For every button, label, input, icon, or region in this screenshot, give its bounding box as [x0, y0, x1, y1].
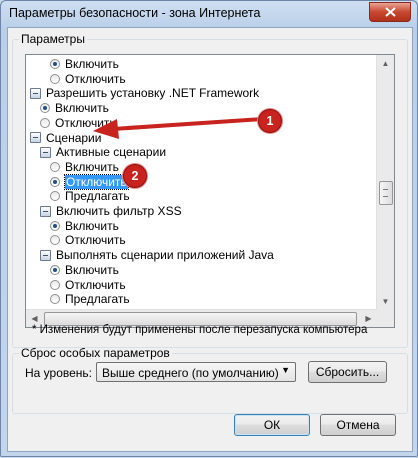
ok-button[interactable]: ОК — [234, 414, 310, 436]
tree-item-label: Предлагать — [65, 189, 130, 204]
radio-checked-icon[interactable] — [50, 264, 60, 275]
tree-radio-option[interactable]: Предлагать — [50, 189, 130, 203]
annotation-badge-1: 1 — [258, 109, 282, 133]
tree-group-node[interactable]: Выполнять сценарии приложений Java — [40, 248, 274, 262]
tree-group-node[interactable]: Разрешить установку .NET Framework — [30, 86, 259, 100]
settings-node-icon — [40, 249, 51, 261]
radio-checked-icon[interactable] — [50, 59, 60, 69]
tree-radio-option[interactable]: Отключить — [40, 116, 116, 130]
radio-checked-icon[interactable] — [40, 103, 50, 114]
radio-unchecked-icon[interactable] — [50, 279, 60, 290]
radio-unchecked-icon[interactable] — [40, 117, 50, 128]
radio-unchecked-icon[interactable] — [50, 294, 60, 305]
tree-item-label: Включить — [65, 218, 119, 233]
settings-node-icon — [30, 132, 41, 143]
settings-node-icon — [30, 87, 41, 99]
radio-checked-icon[interactable] — [50, 176, 60, 187]
annotation-badge-2: 2 — [123, 164, 147, 188]
level-label: На уровень: — [25, 366, 93, 380]
settings-tree-list: Включить Отключить Разрешить установку .NE… — [26, 55, 377, 310]
tree-item-label: Отключить — [65, 277, 126, 292]
dialog-client-area: Параметры Включить Отключить Разрешить уст… — [7, 27, 413, 452]
window-title: Параметры безопасности - зона Интернета — [9, 6, 261, 20]
tree-group-node[interactable]: Включить фильтр XSS — [40, 204, 182, 218]
tree-radio-option[interactable]: Отключить — [50, 233, 126, 247]
vertical-scrollbar[interactable]: ▲ ▼ — [376, 55, 394, 310]
tree-item-label: Включить — [65, 159, 119, 174]
tree-item-label: Включить фильтр XSS — [56, 204, 182, 218]
settings-group-label: Параметры — [21, 32, 85, 46]
scroll-up-arrow-icon[interactable]: ▲ — [377, 55, 394, 72]
tree-item-label: Отключить — [65, 233, 126, 248]
settings-node-icon — [40, 205, 51, 217]
tree-item-label: Включить — [55, 101, 109, 116]
tree-item-label: Разрешить установку .NET Framework — [46, 86, 260, 101]
settings-node-icon — [40, 146, 51, 158]
tree-radio-option[interactable]: Включить — [50, 57, 119, 71]
level-dropdown-value: Выше среднего (по умолчанию) — [102, 366, 279, 380]
tree-radio-option[interactable]: Включить — [40, 101, 109, 115]
scroll-down-arrow-icon[interactable]: ▼ — [377, 293, 394, 310]
tree-item-label: Отключить — [65, 71, 126, 86]
vertical-scroll-thumb[interactable] — [379, 181, 393, 205]
tree-item-label: Сценарии — [46, 130, 102, 145]
radio-unchecked-icon[interactable] — [50, 73, 60, 84]
tree-radio-option[interactable]: Включить — [50, 263, 119, 277]
tree-radio-option[interactable]: Включить — [50, 160, 119, 174]
tree-item-label: Включить — [65, 57, 119, 71]
cancel-button[interactable]: Отмена — [320, 414, 396, 436]
radio-unchecked-icon[interactable] — [50, 235, 60, 246]
radio-unchecked-icon[interactable] — [50, 161, 60, 172]
radio-unchecked-icon[interactable] — [50, 191, 60, 202]
restart-note: * Изменения будут применены после переза… — [32, 324, 368, 336]
tree-item-label: Отключить — [55, 115, 116, 130]
tree-item-label: Выполнять сценарии приложений Java — [56, 248, 274, 263]
chevron-down-icon: ▼ — [281, 365, 290, 375]
tree-item-label: Предлагать — [65, 292, 130, 307]
close-icon — [384, 7, 396, 17]
reset-button[interactable]: Сбросить... — [308, 361, 387, 383]
title-bar[interactable]: Параметры безопасности - зона Интернета — [1, 1, 417, 27]
tree-radio-option[interactable]: Отключить — [50, 173, 129, 190]
scrollbar-corner — [377, 310, 394, 327]
tree-item-label: Активные сценарии — [56, 145, 167, 160]
tree-group-node[interactable]: Сценарии — [30, 131, 101, 145]
tree-radio-option[interactable]: Отключить — [50, 278, 126, 292]
tree-item-label: Включить — [65, 262, 119, 277]
tree-radio-option[interactable]: Отключить — [50, 72, 126, 86]
tree-radio-option[interactable]: Включить — [50, 219, 119, 233]
reset-group-label: Сброс особых параметров — [21, 346, 170, 360]
tree-item-label: Отключить — [64, 173, 129, 190]
settings-tree[interactable]: Включить Отключить Разрешить установку .NE… — [25, 54, 395, 328]
radio-checked-icon[interactable] — [50, 220, 60, 231]
close-button[interactable] — [369, 2, 411, 22]
level-dropdown[interactable]: Выше среднего (по умолчанию) ▼ — [96, 362, 296, 382]
security-settings-dialog: Параметры безопасности - зона Интернета … — [0, 0, 418, 457]
tree-radio-option[interactable]: Предлагать — [50, 292, 130, 306]
tree-group-node[interactable]: Активные сценарии — [40, 145, 166, 159]
